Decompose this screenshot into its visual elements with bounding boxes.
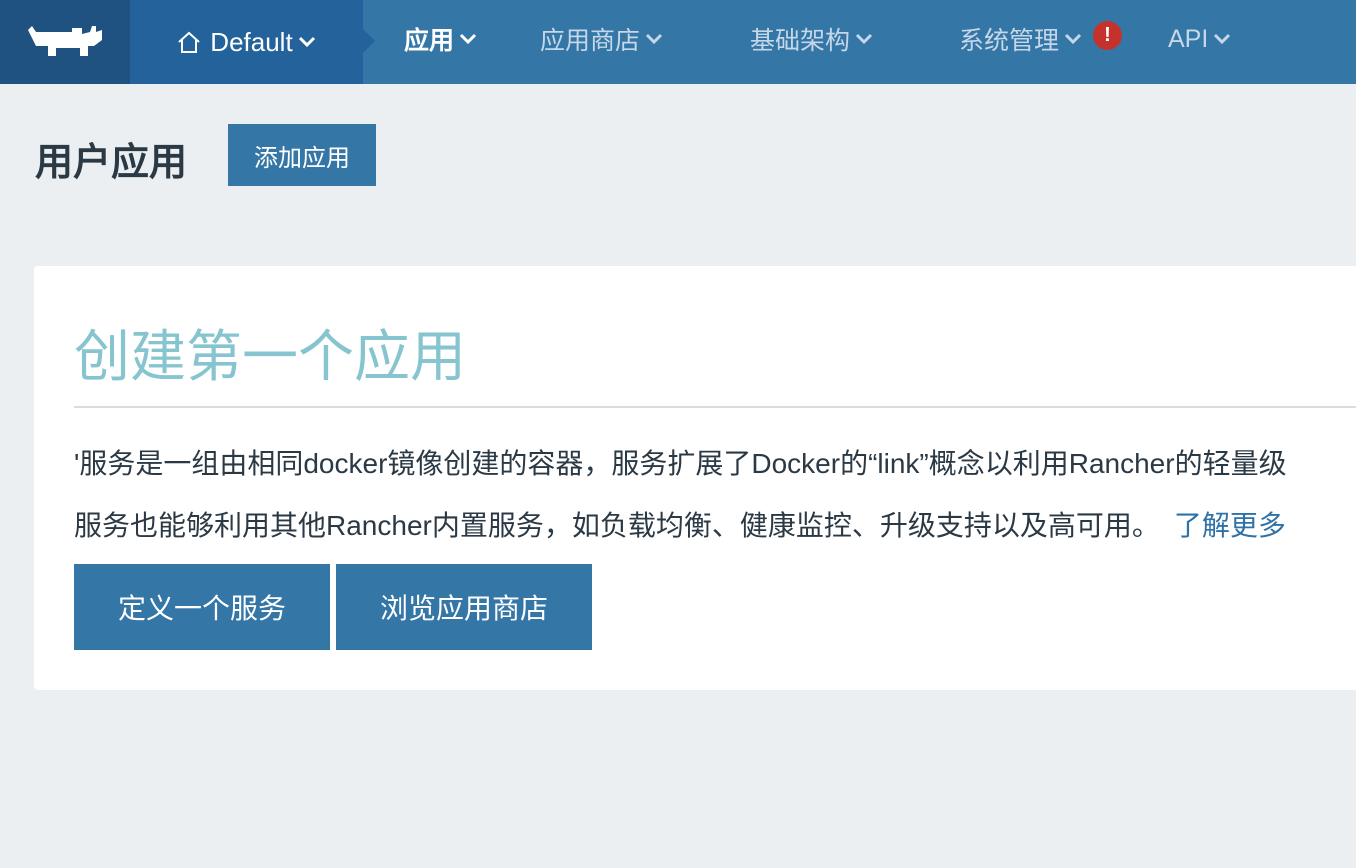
description-line-2-text: 服务也能够利用其他Rancher内置服务，如负载均衡、健康监控、升级支持以及高可… [74, 510, 1160, 541]
browse-catalog-button[interactable]: 浏览应用商店 [336, 564, 592, 650]
nav-catalog[interactable]: 应用商店 [540, 0, 664, 78]
environment-switcher[interactable]: Default [130, 0, 363, 84]
empty-state-card: 创建第一个应用 '服务是一组由相同docker镜像创建的容器，服务扩展了Dock… [34, 266, 1356, 690]
chevron-down-icon [297, 35, 317, 49]
empty-state-heading: 创建第一个应用 [74, 325, 466, 388]
alert-glyph: ! [1104, 24, 1111, 46]
environment-arrow [363, 29, 375, 53]
rancher-logo[interactable] [0, 0, 130, 84]
nav-admin[interactable]: 系统管理 [959, 0, 1083, 78]
nav-admin-label: 系统管理 [959, 27, 1060, 55]
description-line-2: 服务也能够利用其他Rancher内置服务，如负载均衡、健康监控、升级支持以及高可… [74, 504, 1286, 544]
chevron-down-icon [644, 32, 664, 46]
page-title: 用户应用 [35, 142, 188, 184]
nav-api[interactable]: API [1168, 0, 1232, 78]
home-icon [176, 30, 202, 54]
nav-api-label: API [1168, 24, 1209, 53]
environment-name: Default [210, 26, 293, 57]
rancher-logo-icon [28, 26, 102, 56]
alert-icon[interactable]: ! [1093, 21, 1122, 50]
nav-infrastructure[interactable]: 基础架构 [750, 0, 874, 78]
divider [74, 406, 1356, 408]
nav-infrastructure-label: 基础架构 [750, 27, 851, 55]
chevron-down-icon [458, 32, 478, 46]
chevron-down-icon [1063, 32, 1083, 46]
nav-apps-label: 应用 [404, 27, 455, 55]
add-stack-button[interactable]: 添加应用 [228, 124, 376, 186]
nav-apps[interactable]: 应用 [404, 0, 478, 78]
nav-catalog-label: 应用商店 [540, 27, 641, 55]
learn-more-link[interactable]: 了解更多 [1174, 510, 1286, 541]
define-service-button[interactable]: 定义一个服务 [74, 564, 330, 650]
top-navbar: Default 应用 应用商店 基础架构 系统管理 ! API [0, 0, 1356, 84]
description-line-1: '服务是一组由相同docker镜像创建的容器，服务扩展了Docker的“link… [74, 448, 1287, 479]
chevron-down-icon [854, 32, 874, 46]
chevron-down-icon [1212, 32, 1232, 46]
